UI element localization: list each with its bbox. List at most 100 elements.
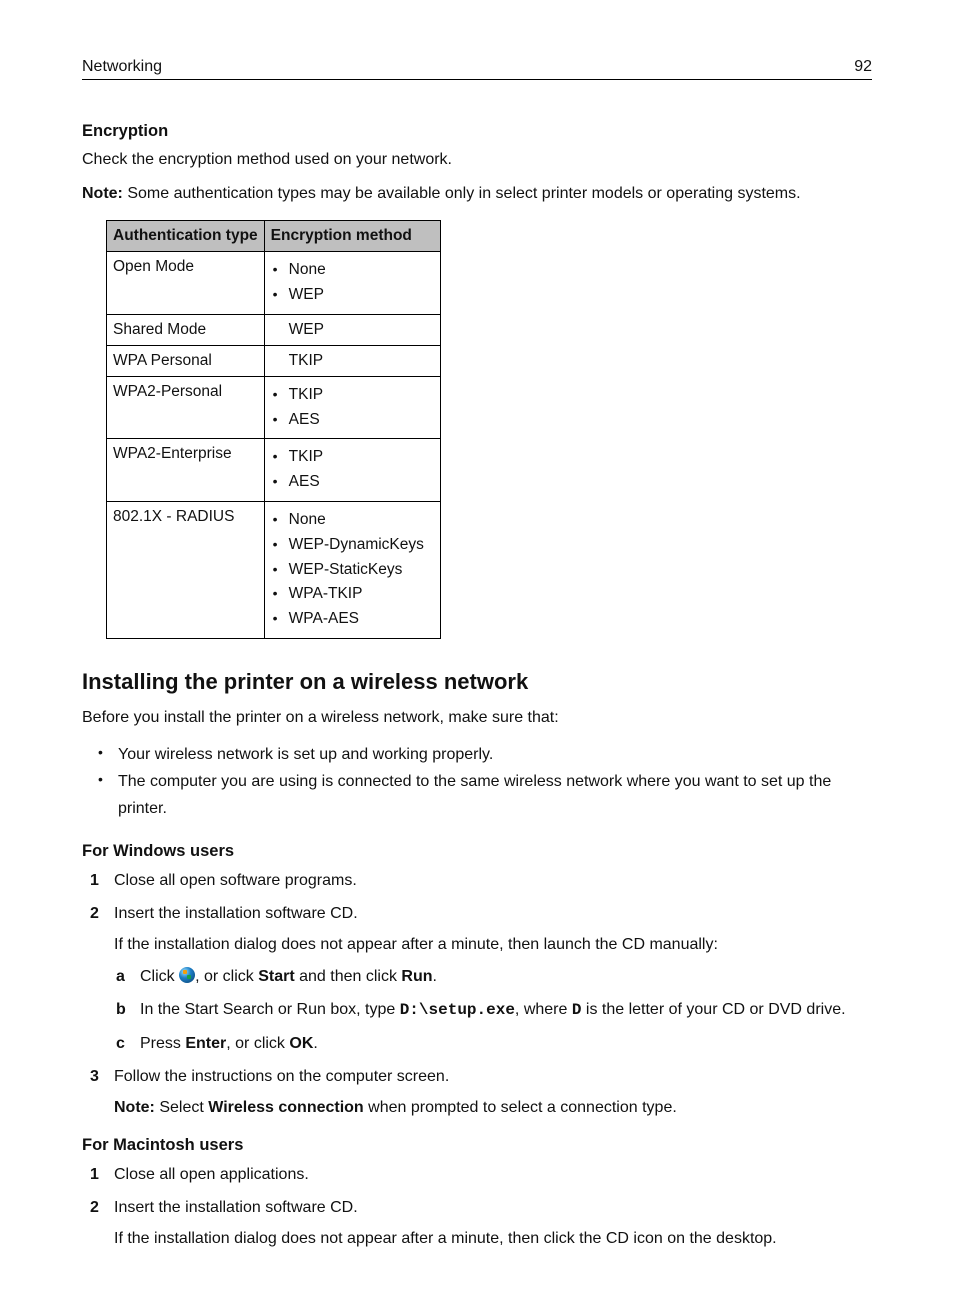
step-number: 2 — [90, 1196, 99, 1219]
windows-start-orb-icon — [179, 967, 195, 983]
bold-run: Enter — [185, 1035, 226, 1052]
step: 2 Insert the installation software CD. I… — [86, 902, 872, 1055]
step-number: 1 — [90, 1163, 99, 1186]
note-label: Note: — [114, 1099, 155, 1116]
table-row: Open Mode None WEP — [107, 252, 441, 315]
col-auth: Authentication type — [107, 221, 265, 252]
method-item: WEP — [271, 283, 424, 308]
text-run: , or click — [226, 1035, 289, 1052]
method-item: TKIP — [271, 352, 424, 370]
text-run: In the Start Search or Run box, type — [140, 1001, 400, 1018]
auth-cell: 802.1X - RADIUS — [107, 501, 265, 638]
text-run: . — [313, 1035, 317, 1052]
methods-cell: TKIP AES — [264, 376, 440, 439]
step: 3 Follow the instructions on the compute… — [86, 1065, 872, 1119]
step: 1 Close all open software programs. — [86, 869, 872, 892]
text-run: , where — [515, 1001, 572, 1018]
method-item: TKIP — [271, 445, 424, 470]
substeps: a Click , or click Start and then click … — [114, 965, 872, 1056]
text-run: Select — [155, 1099, 208, 1116]
windows-steps: 1 Close all open software programs. 2 In… — [82, 869, 872, 1120]
method-item: WEP — [271, 321, 424, 339]
auth-cell: Shared Mode — [107, 314, 265, 345]
method-item: WPA-AES — [271, 607, 424, 632]
method-item: None — [271, 258, 424, 283]
substep: a Click , or click Start and then click … — [114, 965, 872, 988]
method-item: WEP-DynamicKeys — [271, 533, 424, 558]
methods-cell: TKIP — [264, 345, 440, 376]
step-number: 2 — [90, 902, 99, 925]
bold-run: Start — [258, 968, 294, 985]
text-run: , or click — [195, 968, 258, 985]
text-run: Press — [140, 1035, 185, 1052]
method-item: AES — [271, 470, 424, 495]
install-intro: Before you install the printer on a wire… — [82, 707, 872, 729]
install-bullets: Your wireless network is set up and work… — [82, 741, 872, 823]
step-text: Follow the instructions on the computer … — [114, 1068, 449, 1085]
code-run: D — [572, 1001, 582, 1019]
col-method: Encryption method — [264, 221, 440, 252]
bold-run: OK — [289, 1035, 313, 1052]
code-run: D:\setup.exe — [400, 1001, 515, 1019]
substep: c Press Enter, or click OK. — [114, 1032, 872, 1055]
encryption-intro: Check the encryption method used on your… — [82, 149, 872, 171]
substep: b In the Start Search or Run box, type D… — [114, 998, 872, 1022]
bold-run: Run — [401, 968, 432, 985]
substep-letter: a — [116, 965, 125, 988]
substep-letter: b — [116, 998, 126, 1021]
table-row: 802.1X - RADIUS None WEP-DynamicKeys WEP… — [107, 501, 441, 638]
substep-letter: c — [116, 1032, 125, 1055]
step-number: 3 — [90, 1065, 99, 1088]
mac-heading: For Macintosh users — [82, 1136, 872, 1155]
step-text: Close all open applications. — [114, 1166, 309, 1183]
methods-cell: None WEP-DynamicKeys WEP-StaticKeys WPA-… — [264, 501, 440, 638]
running-header: Networking 92 — [82, 58, 872, 80]
auth-cell: Open Mode — [107, 252, 265, 315]
auth-cell: WPA2-Personal — [107, 376, 265, 439]
table-row: WPA2-Personal TKIP AES — [107, 376, 441, 439]
method-item: TKIP — [271, 383, 424, 408]
text-run: and then click — [295, 968, 402, 985]
windows-heading: For Windows users — [82, 842, 872, 861]
table-row: WPA2-Enterprise TKIP AES — [107, 439, 441, 502]
document-page: Networking 92 Encryption Check the encry… — [0, 0, 954, 1306]
page-number: 92 — [854, 58, 872, 76]
step-extra: If the installation dialog does not appe… — [114, 1227, 872, 1250]
method-item: None — [271, 508, 424, 533]
list-item: Your wireless network is set up and work… — [92, 741, 872, 768]
install-heading: Installing the printer on a wireless net… — [82, 669, 872, 695]
step-note: Note: Select Wireless connection when pr… — [114, 1096, 872, 1119]
auth-cell: WPA2-Enterprise — [107, 439, 265, 502]
methods-cell: TKIP AES — [264, 439, 440, 502]
step-text: Insert the installation software CD. — [114, 1199, 358, 1216]
list-item: The computer you are using is connected … — [92, 768, 872, 822]
bold-run: Wireless connection — [208, 1099, 363, 1116]
method-item: AES — [271, 408, 424, 433]
method-item: WPA-TKIP — [271, 582, 424, 607]
step-number: 1 — [90, 869, 99, 892]
step-text: Close all open software programs. — [114, 872, 357, 889]
step: 1 Close all open applications. — [86, 1163, 872, 1186]
text-run: is the letter of your CD or DVD drive. — [581, 1001, 845, 1018]
text-run: when prompted to select a connection typ… — [364, 1099, 677, 1116]
step-extra: If the installation dialog does not appe… — [114, 933, 872, 956]
auth-cell: WPA Personal — [107, 345, 265, 376]
method-item: WEP-StaticKeys — [271, 558, 424, 583]
note-text: Some authentication types may be availab… — [123, 185, 801, 202]
header-section: Networking — [82, 58, 162, 76]
mac-steps: 1 Close all open applications. 2 Insert … — [82, 1163, 872, 1251]
methods-cell: None WEP — [264, 252, 440, 315]
text-run: Click — [140, 968, 179, 985]
step-text: Insert the installation software CD. — [114, 905, 358, 922]
substep-text: Press Enter, or click OK. — [140, 1035, 318, 1052]
encryption-note: Note: Some authentication types may be a… — [82, 183, 872, 205]
text-run: . — [433, 968, 437, 985]
substep-text: Click , or click Start and then click Ru… — [140, 968, 437, 985]
note-label: Note: — [82, 185, 123, 202]
table-row: Shared Mode WEP — [107, 314, 441, 345]
table-row: WPA Personal TKIP — [107, 345, 441, 376]
step: 2 Insert the installation software CD. I… — [86, 1196, 872, 1250]
encryption-heading: Encryption — [82, 122, 872, 141]
encryption-table: Authentication type Encryption method Op… — [106, 220, 441, 639]
substep-text: In the Start Search or Run box, type D:\… — [140, 1001, 846, 1018]
